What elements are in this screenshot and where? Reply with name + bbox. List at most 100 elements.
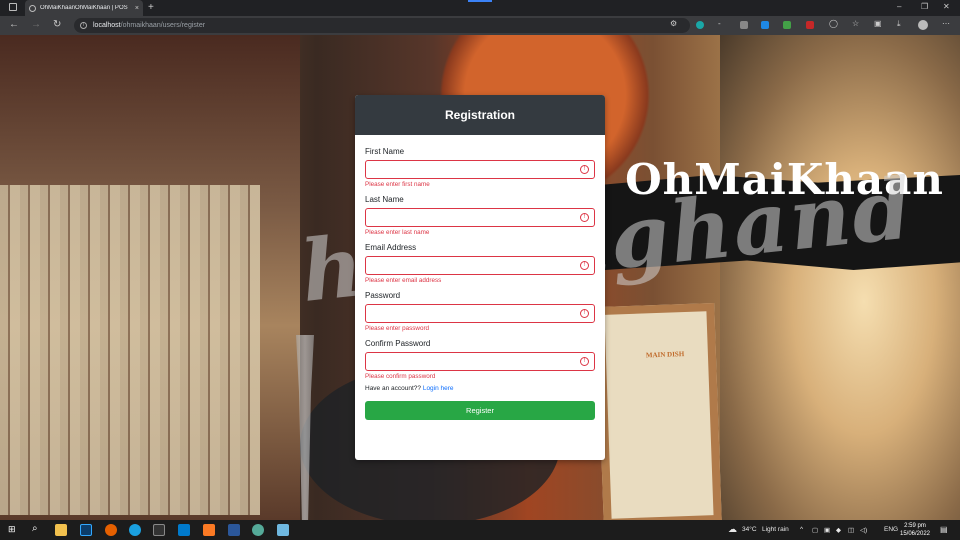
firefox-icon[interactable] bbox=[105, 524, 117, 536]
login-link[interactable]: Login here bbox=[423, 385, 454, 392]
last-name-input[interactable] bbox=[366, 212, 594, 229]
email-input[interactable] bbox=[366, 260, 594, 277]
extension-blue-icon[interactable] bbox=[761, 21, 769, 29]
email-error: Please enter email address bbox=[365, 277, 442, 284]
more-menu-icon[interactable]: ⋯ bbox=[942, 19, 950, 28]
weather-temp[interactable]: 34°C bbox=[742, 526, 757, 533]
password-label: Password bbox=[365, 291, 401, 300]
terminal-icon[interactable] bbox=[153, 524, 165, 536]
last-name-group: Last Name ! Please enter last name bbox=[365, 195, 595, 241]
collections-icon[interactable]: ▣ bbox=[874, 19, 882, 28]
window-accent-bar bbox=[468, 0, 492, 2]
volume-icon[interactable]: ◁) bbox=[860, 526, 867, 534]
invalid-icon: ! bbox=[580, 309, 589, 318]
extension-circle-icon[interactable]: ◯ bbox=[829, 19, 838, 28]
invalid-icon: ! bbox=[580, 213, 589, 222]
refresh-icon[interactable]: ↻ bbox=[53, 19, 61, 31]
login-prompt-row: Have an account?? Login here bbox=[365, 385, 595, 395]
start-windows-icon[interactable]: ⊞ bbox=[8, 523, 16, 535]
password-group: Password ! Please enter password bbox=[365, 291, 595, 337]
close-window-button[interactable]: ✕ bbox=[943, 2, 950, 11]
first-name-group: First Name ! Please enter first name bbox=[365, 147, 595, 193]
weather-desc[interactable]: Light rain bbox=[762, 526, 789, 533]
first-name-label: First Name bbox=[365, 147, 405, 156]
minimize-button[interactable]: – bbox=[897, 2, 901, 11]
url-host: localhost bbox=[93, 22, 121, 29]
tray-bluetooth-icon[interactable]: ◆ bbox=[836, 526, 841, 534]
search-icon[interactable]: ⌕ bbox=[32, 523, 38, 535]
show-hidden-icons-icon[interactable]: ^ bbox=[800, 526, 803, 533]
menu-card-image: MAIN DISH bbox=[596, 303, 722, 520]
confirm-password-group: Confirm Password ! Please confirm passwo… bbox=[365, 339, 595, 385]
extension-teal-icon[interactable] bbox=[696, 21, 704, 29]
extension-green-icon[interactable] bbox=[783, 21, 791, 29]
invalid-icon: ! bbox=[580, 357, 589, 366]
site-info-icon[interactable]: i bbox=[80, 22, 87, 29]
photoshop-icon[interactable] bbox=[80, 524, 92, 536]
email-group: Email Address ! Please enter email addre… bbox=[365, 243, 595, 289]
forward-arrow-icon[interactable]: → bbox=[31, 19, 41, 31]
extension-red-icon[interactable] bbox=[806, 21, 814, 29]
password-field-wrapper: ! bbox=[365, 304, 595, 325]
word-icon[interactable] bbox=[228, 524, 240, 536]
clock-date: 15/06/2022 bbox=[899, 531, 931, 537]
tray-app-icon[interactable]: ▢ bbox=[812, 526, 818, 534]
confirm-password-error: Please confirm password bbox=[365, 373, 436, 380]
app-icon[interactable] bbox=[252, 524, 264, 536]
extension-grey-icon[interactable] bbox=[740, 21, 748, 29]
url-path: /ohmaikhaan/users/register bbox=[120, 22, 206, 29]
browser-toolbar: ← → ↻ i localhost/ohmaikhaan/users/regis… bbox=[0, 16, 960, 35]
tab-title: OhMaiKhaanOhMaiKhaan | POS bbox=[40, 5, 128, 11]
last-name-label: Last Name bbox=[365, 195, 404, 204]
last-name-error: Please enter last name bbox=[365, 229, 430, 236]
weather-cloud-icon[interactable]: ☁ bbox=[728, 524, 737, 535]
invalid-icon: ! bbox=[580, 261, 589, 270]
email-field-wrapper: ! bbox=[365, 256, 595, 277]
register-button[interactable]: Register bbox=[365, 401, 595, 420]
registration-title: Registration bbox=[355, 95, 605, 135]
tab-close-icon[interactable]: × bbox=[135, 5, 139, 12]
windows-taskbar: ⊞ ⌕ ☁ 34°C Light rain ^ ▢ ▣ ◆ ◫ ◁) ENG 2… bbox=[0, 520, 960, 540]
tab-actions-icon[interactable] bbox=[9, 3, 17, 11]
registration-form: First Name ! Please enter first name Las… bbox=[355, 135, 605, 420]
last-name-field-wrapper: ! bbox=[365, 208, 595, 229]
first-name-input[interactable] bbox=[366, 164, 594, 181]
read-aloud-icon[interactable]: ⚙ bbox=[670, 19, 677, 28]
login-prompt-text: Have an account?? bbox=[365, 385, 423, 392]
email-label: Email Address bbox=[365, 243, 417, 252]
record-crates-image bbox=[0, 185, 260, 515]
downloads-icon[interactable]: ⤓ bbox=[897, 19, 901, 29]
profile-avatar[interactable] bbox=[918, 20, 928, 30]
xampp-icon[interactable] bbox=[203, 524, 215, 536]
password-input[interactable] bbox=[366, 308, 594, 325]
address-url[interactable]: localhost/ohmaikhaan/users/register bbox=[93, 22, 205, 29]
browser-tab[interactable]: OhMaiKhaanOhMaiKhaan | POS × bbox=[25, 0, 143, 16]
confirm-password-input[interactable] bbox=[366, 356, 594, 373]
language-indicator[interactable]: ENG bbox=[884, 526, 898, 533]
tray-network-icon[interactable]: ◫ bbox=[848, 526, 854, 534]
clock[interactable]: 2:59 pm 15/06/2022 bbox=[898, 522, 932, 538]
vscode-icon[interactable] bbox=[178, 524, 190, 536]
first-name-field-wrapper: ! bbox=[365, 160, 595, 181]
password-error: Please enter password bbox=[365, 325, 430, 332]
edge-icon[interactable] bbox=[129, 524, 141, 536]
clock-time: 2:59 pm bbox=[904, 523, 926, 529]
registration-card: Registration First Name ! Please enter f… bbox=[355, 95, 605, 460]
address-bar[interactable]: i localhost/ohmaikhaan/users/register bbox=[74, 18, 690, 33]
browser-tab-strip: OhMaiKhaanOhMaiKhaan | POS × + – ❐ ✕ bbox=[0, 0, 960, 16]
confirm-password-label: Confirm Password bbox=[365, 339, 431, 348]
maximize-button[interactable]: ❐ bbox=[921, 2, 928, 11]
notepad-icon[interactable] bbox=[277, 524, 289, 536]
extension-dash-icon[interactable]: - bbox=[718, 19, 721, 28]
file-explorer-icon[interactable] bbox=[55, 524, 67, 536]
new-tab-button[interactable]: + bbox=[148, 2, 154, 13]
invalid-icon: ! bbox=[580, 165, 589, 174]
menu-heading: MAIN DISH bbox=[645, 350, 685, 360]
chandelier-image bbox=[720, 35, 960, 520]
notifications-icon[interactable]: ▤ bbox=[940, 525, 948, 534]
confirm-password-field-wrapper: ! bbox=[365, 352, 595, 373]
tray-app2-icon[interactable]: ▣ bbox=[824, 526, 830, 534]
tab-favicon-icon bbox=[29, 4, 36, 12]
favorites-icon[interactable]: ☆ bbox=[852, 19, 859, 28]
back-arrow-icon[interactable]: ← bbox=[9, 19, 19, 31]
